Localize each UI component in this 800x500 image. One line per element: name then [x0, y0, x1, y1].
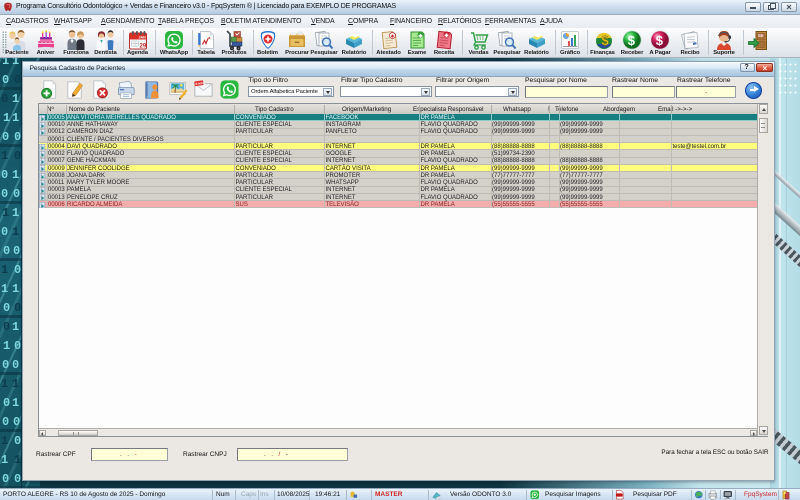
svg-text:$: $	[601, 33, 609, 48]
svg-text:29: 29	[139, 43, 146, 49]
svg-text:EXIT: EXIT	[759, 35, 764, 37]
svg-text:JAN: JAN	[138, 36, 146, 40]
svg-text:$: $	[656, 33, 664, 48]
svg-text:$: $	[628, 33, 636, 48]
